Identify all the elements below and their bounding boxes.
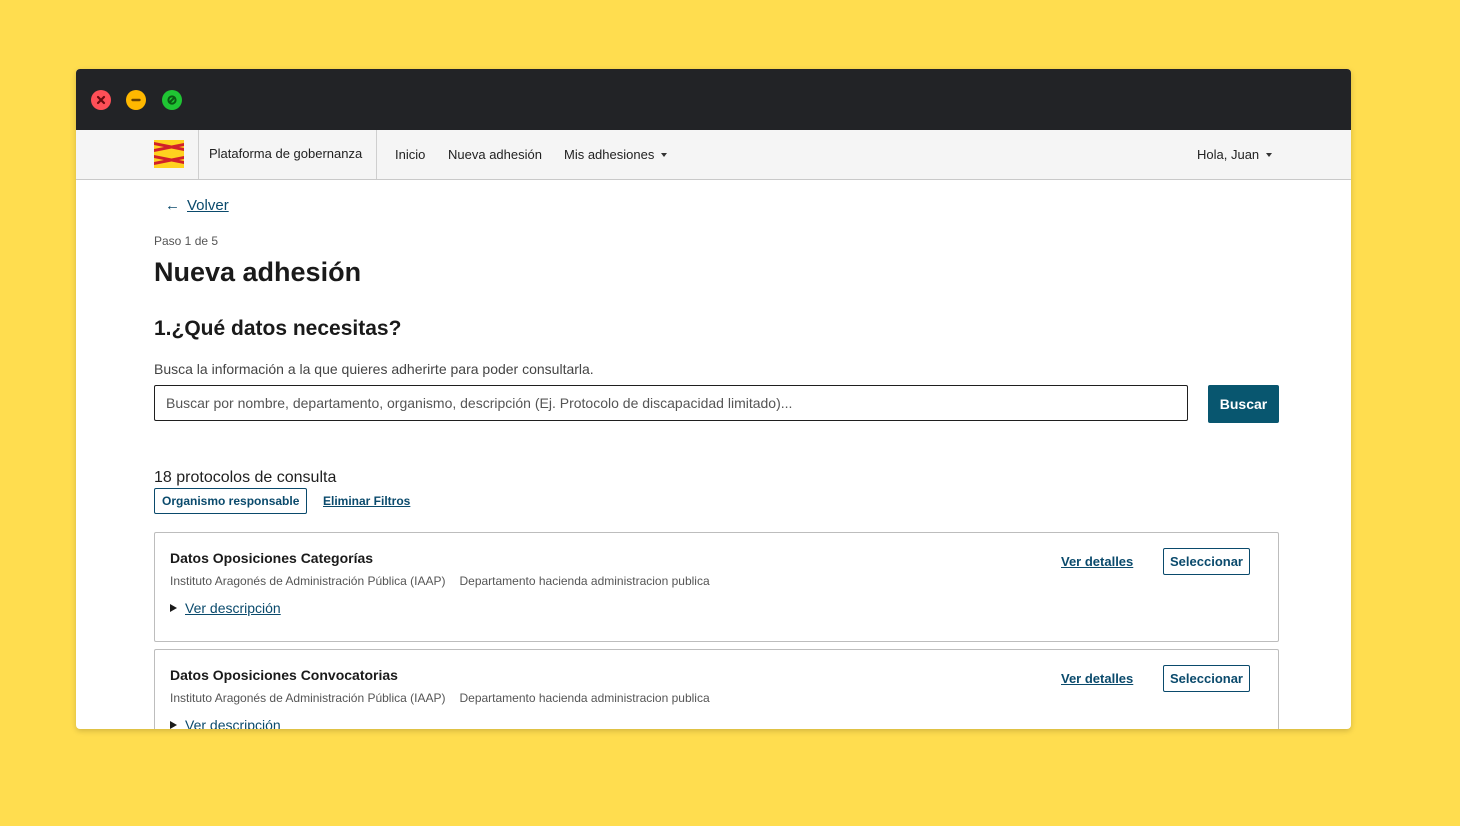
card-organism: Instituto Aragonés de Administración Púb… [170, 691, 446, 705]
navbar-divider [376, 130, 377, 179]
window-titlebar [76, 69, 1351, 130]
search-input[interactable] [154, 385, 1188, 421]
section-title: 1.¿Qué datos necesitas? [154, 317, 402, 340]
arrow-left-icon: ← [165, 197, 180, 214]
description-toggle[interactable]: Ver descripción [170, 717, 281, 729]
back-link-label: Volver [187, 197, 229, 214]
close-icon[interactable] [91, 90, 111, 110]
nav-item-nueva-adhesion[interactable]: Nueva adhesión [448, 147, 542, 162]
details-link[interactable]: Ver detalles [1061, 671, 1133, 686]
details-link[interactable]: Ver detalles [1061, 554, 1133, 569]
platform-brand-link[interactable]: Plataforma de gobernanza [209, 146, 362, 161]
nav-item-mis-adhesiones[interactable]: Mis adhesiones [564, 147, 668, 162]
clear-filters-link[interactable]: Eliminar Filtros [323, 494, 410, 508]
maximize-icon[interactable] [162, 90, 182, 110]
card-meta: Instituto Aragonés de Administración Púb… [170, 574, 710, 588]
aragon-flag-logo[interactable] [154, 140, 184, 168]
card-department: Departamento hacienda administracion pub… [459, 574, 710, 588]
user-menu-label: Hola, Juan [1197, 147, 1260, 162]
result-card: Datos Oposiciones Convocatorias Institut… [154, 649, 1279, 729]
card-organism: Instituto Aragonés de Administración Púb… [170, 574, 446, 588]
minimize-icon[interactable] [126, 90, 146, 110]
description-toggle[interactable]: Ver descripción [170, 600, 281, 616]
card-title: Datos Oposiciones Categorías [170, 550, 374, 566]
browser-window: Plataforma de gobernanza Inicio Nueva ad… [76, 69, 1351, 729]
disclosure-triangle-icon [170, 604, 177, 612]
page-title: Nueva adhesión [154, 257, 362, 287]
search-button[interactable]: Buscar [1208, 385, 1279, 423]
back-link[interactable]: ← Volver [165, 197, 229, 214]
results-count: 18 protocolos de consulta [154, 469, 337, 486]
card-department: Departamento hacienda administracion pub… [459, 691, 710, 705]
step-indicator: Paso 1 de 5 [154, 234, 219, 248]
section-intro: Busca la información a la que quieres ad… [154, 361, 594, 377]
result-card: Datos Oposiciones Categorías Instituto A… [154, 532, 1279, 642]
description-toggle-label: Ver descripción [185, 600, 281, 616]
card-meta: Instituto Aragonés de Administración Púb… [170, 691, 710, 705]
nav-item-mis-adhesiones-label: Mis adhesiones [564, 147, 655, 162]
chevron-down-icon [661, 153, 668, 157]
card-title: Datos Oposiciones Convocatorias [170, 667, 398, 683]
user-menu[interactable]: Hola, Juan [1197, 147, 1273, 162]
filter-organismo-responsable[interactable]: Organismo responsable [154, 488, 308, 514]
top-navbar: Plataforma de gobernanza Inicio Nueva ad… [76, 130, 1351, 180]
select-button[interactable]: Seleccionar [1163, 548, 1250, 575]
disclosure-triangle-icon [170, 721, 177, 729]
description-toggle-label: Ver descripción [185, 717, 281, 729]
nav-item-inicio[interactable]: Inicio [395, 147, 425, 162]
chevron-down-icon [1266, 153, 1273, 157]
select-button[interactable]: Seleccionar [1163, 665, 1250, 692]
navbar-divider [198, 130, 199, 179]
